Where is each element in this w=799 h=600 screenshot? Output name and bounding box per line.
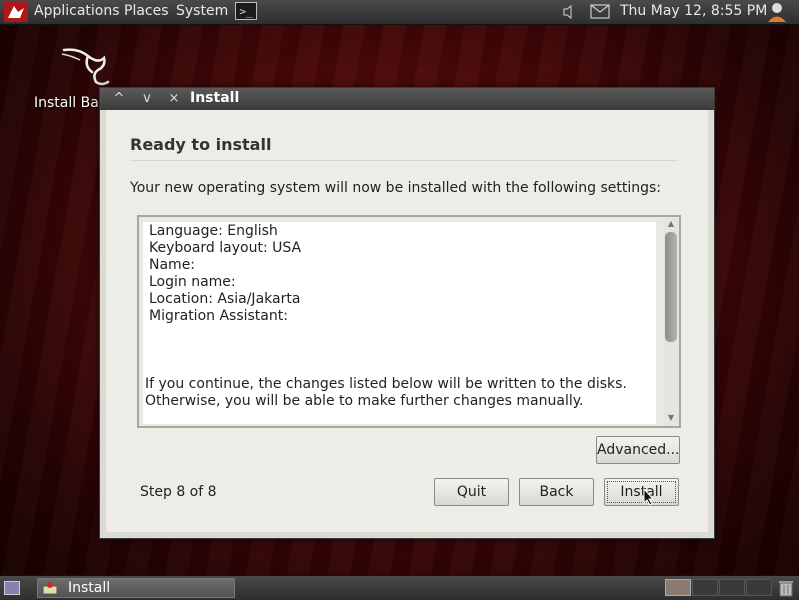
trash-icon[interactable] — [778, 579, 794, 597]
summary-line: Keyboard layout: USA — [149, 240, 302, 256]
volume-icon[interactable] — [562, 4, 576, 20]
terminal-icon[interactable]: >_ — [235, 2, 257, 20]
window-titlebar[interactable]: ^ v × Install — [100, 88, 714, 110]
scroll-thumb[interactable] — [665, 232, 677, 342]
show-desktop-icon[interactable] — [4, 581, 20, 595]
roll-up-icon[interactable]: ^ — [110, 90, 128, 108]
menu-places[interactable]: Places — [124, 3, 169, 19]
summary-line: Migration Assistant: — [149, 308, 288, 324]
notice-line: Otherwise, you will be able to make furt… — [145, 393, 584, 409]
menu-system[interactable]: System — [176, 3, 228, 19]
summary-line: Login name: — [149, 274, 236, 290]
backtrack-dragon-icon[interactable] — [58, 46, 114, 90]
intro-text: Your new operating system will now be in… — [130, 180, 662, 196]
workspace-4[interactable] — [746, 579, 772, 596]
scroll-up-icon[interactable]: ▲ — [663, 218, 679, 230]
install-button[interactable]: Install — [604, 478, 679, 506]
menu-applications[interactable]: Applications — [34, 3, 120, 19]
notice-line: If you continue, the changes listed belo… — [145, 376, 627, 392]
minimize-icon[interactable]: v — [138, 90, 156, 108]
page-title: Ready to install — [130, 135, 272, 154]
user-icon[interactable] — [766, 1, 788, 23]
bottom-panel: Install — [0, 575, 799, 600]
mail-icon[interactable] — [590, 4, 610, 19]
window-title: Install — [190, 90, 240, 106]
clock[interactable]: Thu May 12, 8:55 PM — [620, 3, 767, 19]
desktop-icon-label[interactable]: Install Bac — [34, 95, 106, 111]
step-indicator: Step 8 of 8 — [140, 484, 217, 500]
scroll-down-icon[interactable]: ▼ — [663, 412, 679, 424]
divider — [130, 160, 678, 161]
close-icon[interactable]: × — [165, 90, 183, 108]
taskbar-item-label: Install — [68, 580, 111, 596]
summary-line: Language: English — [149, 223, 278, 239]
workspace-1[interactable] — [665, 579, 691, 596]
taskbar-item-install[interactable]: Install — [37, 578, 235, 598]
top-panel: Applications Places System >_ Thu May 12… — [0, 0, 799, 25]
summary-textview[interactable]: Language: English Keyboard layout: USA N… — [143, 222, 656, 424]
workspace-3[interactable] — [719, 579, 745, 596]
back-button[interactable]: Back — [519, 478, 594, 506]
quit-button[interactable]: Quit — [434, 478, 509, 506]
backtrack-logo-icon[interactable] — [4, 2, 28, 22]
workspace-2[interactable] — [692, 579, 718, 596]
summary-line: Location: Asia/Jakarta — [149, 291, 301, 307]
installer-icon — [42, 582, 58, 595]
summary-scrollbar[interactable]: ▲ ▼ — [663, 218, 679, 426]
summary-line: Name: — [149, 257, 196, 273]
advanced-button[interactable]: Advanced... — [596, 436, 680, 464]
mouse-pointer-icon — [643, 488, 655, 506]
